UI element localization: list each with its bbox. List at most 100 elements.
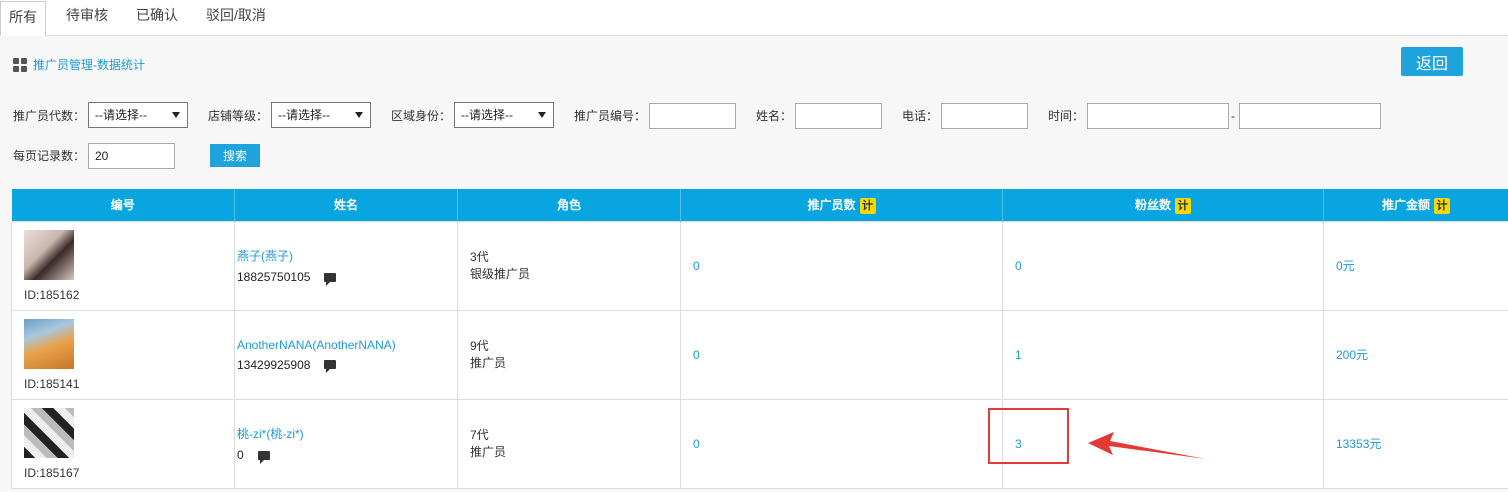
col-id: 编号 (11, 189, 235, 221)
amount-link[interactable]: 13353元 (1336, 437, 1381, 451)
name-cell: 桃-zi*(桃-zi*) 0 (234, 398, 458, 489)
avatar (24, 407, 74, 458)
highlight-box (988, 408, 1069, 464)
annotation-arrow-icon (1088, 432, 1206, 459)
message-icon[interactable] (324, 272, 337, 286)
breadcrumb-text[interactable]: 推广员管理-数据统计 (33, 56, 145, 73)
avatar (24, 318, 74, 369)
generation-label: 推广员代数： (13, 109, 86, 123)
phone-input[interactable] (941, 103, 1028, 129)
role-generation: 3代 (470, 249, 489, 264)
role-title: 银级推广员 (470, 266, 531, 281)
amount-cell: 0元 (1323, 220, 1508, 311)
promoter-name-link[interactable]: AnotherNANA(AnotherNANA) (237, 338, 457, 352)
amount-link[interactable]: 0元 (1336, 259, 1355, 273)
role-title: 推广员 (470, 355, 507, 370)
name-label: 姓名： (756, 109, 793, 123)
time-separator: - (1231, 109, 1235, 123)
dashboard-icon (13, 57, 27, 72)
role-cell: 7代 推广员 (457, 398, 681, 489)
promoter-name-link[interactable]: 燕子(燕子) (237, 247, 457, 264)
phone-number: 13429925908 (237, 357, 311, 372)
back-button[interactable]: 返回 (1401, 47, 1463, 76)
col-fans[interactable]: 粉丝数计 (1002, 189, 1324, 221)
col-fans-label: 粉丝数 (1134, 197, 1171, 212)
amount-cell: 200元 (1323, 309, 1508, 400)
promoters-count-link[interactable]: 0 (693, 437, 700, 451)
phone-line: 18825750105 (237, 270, 457, 286)
time-start-input[interactable] (1087, 103, 1229, 129)
table-row: ID:185167 桃-zi*(桃-zi*) 0 7代 推广员 0 3 1335… (11, 398, 1508, 489)
col-amount[interactable]: 推广金额计 (1323, 189, 1508, 221)
tab-rejected[interactable]: 驳回/取消 (198, 0, 274, 35)
role-generation: 7代 (470, 427, 489, 442)
store-level-select-value: --请选择-- (278, 108, 330, 122)
fans-cell: 0 (1002, 220, 1324, 311)
role-generation: 9代 (470, 338, 489, 353)
phone-label: 电话： (902, 109, 939, 123)
time-end-input[interactable] (1239, 103, 1381, 129)
generation-select[interactable]: --请选择-- (88, 102, 188, 128)
promoter-table: 编号 姓名 角色 推广员数计 粉丝数计 推广金额计 ID:185162 燕子(燕… (11, 189, 1508, 489)
table-header-row: 编号 姓名 角色 推广员数计 粉丝数计 推广金额计 (11, 189, 1508, 221)
name-cell: 燕子(燕子) 18825750105 (234, 220, 458, 311)
promoter-id: ID:185167 (24, 465, 80, 480)
name-input[interactable] (795, 103, 882, 129)
promoters-cell: 0 (680, 398, 1003, 489)
breadcrumb: 推广员管理-数据统计 (13, 56, 145, 73)
promoters-cell: 0 (680, 309, 1003, 400)
col-amount-label: 推广金额 (1381, 197, 1430, 212)
phone-line: 0 (237, 448, 457, 464)
promoters-count-link[interactable]: 0 (693, 259, 700, 273)
fans-count-link[interactable]: 0 (1015, 259, 1022, 273)
calc-badge-icon[interactable]: 计 (1175, 197, 1191, 214)
calc-badge-icon[interactable]: 计 (859, 197, 876, 214)
region-select[interactable]: --请选择-- (454, 102, 554, 128)
calc-badge-icon[interactable]: 计 (1434, 197, 1450, 214)
id-cell: ID:185162 (11, 220, 235, 311)
avatar (24, 229, 74, 280)
per-page-input[interactable] (88, 143, 175, 169)
fans-count-link[interactable]: 1 (1015, 348, 1022, 362)
role-cell: 9代 推广员 (457, 309, 681, 400)
per-page-label: 每页记录数： (13, 149, 86, 163)
promoters-cell: 0 (680, 220, 1003, 311)
role-title: 推广员 (470, 444, 507, 459)
time-label: 时间： (1048, 109, 1085, 123)
promoter-id-input[interactable] (649, 103, 736, 129)
store-level-label: 店铺等级： (208, 109, 269, 123)
col-promoters[interactable]: 推广员数计 (680, 189, 1003, 221)
message-icon[interactable] (324, 360, 337, 373)
promoter-name-link[interactable]: 桃-zi*(桃-zi*) (237, 425, 457, 442)
amount-link[interactable]: 200元 (1336, 348, 1368, 362)
store-level-select[interactable]: --请选择-- (271, 102, 371, 128)
promoter-id: ID:185162 (24, 287, 80, 302)
region-label: 区域身份： (391, 109, 452, 123)
message-icon[interactable] (257, 450, 270, 464)
phone-number: 18825750105 (237, 270, 311, 284)
chevron-down-icon (355, 112, 363, 118)
search-button[interactable]: 搜索 (210, 144, 260, 167)
tab-all[interactable]: 所有 (0, 1, 46, 36)
promoters-count-link[interactable]: 0 (693, 348, 700, 362)
chevron-down-icon (538, 112, 546, 118)
tab-confirmed[interactable]: 已确认 (128, 0, 186, 35)
amount-cell: 13353元 (1323, 398, 1508, 489)
generation-select-value: --请选择-- (95, 108, 147, 122)
col-promoters-label: 推广员数 (807, 197, 856, 212)
name-cell: AnotherNANA(AnotherNANA) 13429925908 (234, 309, 458, 400)
phone-number: 0 (237, 448, 244, 462)
promoter-id-label: 推广员编号： (574, 109, 647, 123)
promoter-id: ID:185141 (24, 376, 80, 391)
region-select-value: --请选择-- (461, 108, 513, 122)
phone-line: 13429925908 (237, 357, 457, 373)
id-cell: ID:185141 (11, 309, 235, 400)
tab-pending[interactable]: 待审核 (58, 0, 116, 35)
fans-cell: 1 (1002, 309, 1324, 400)
col-name: 姓名 (234, 189, 458, 221)
table-row: ID:185141 AnotherNANA(AnotherNANA) 13429… (11, 309, 1508, 400)
status-tabs: 所有 待审核 已确认 驳回/取消 (0, 0, 1508, 36)
chevron-down-icon (172, 112, 180, 118)
id-cell: ID:185167 (11, 398, 235, 489)
table-row: ID:185162 燕子(燕子) 18825750105 3代 银级推广员 0 … (11, 220, 1508, 311)
